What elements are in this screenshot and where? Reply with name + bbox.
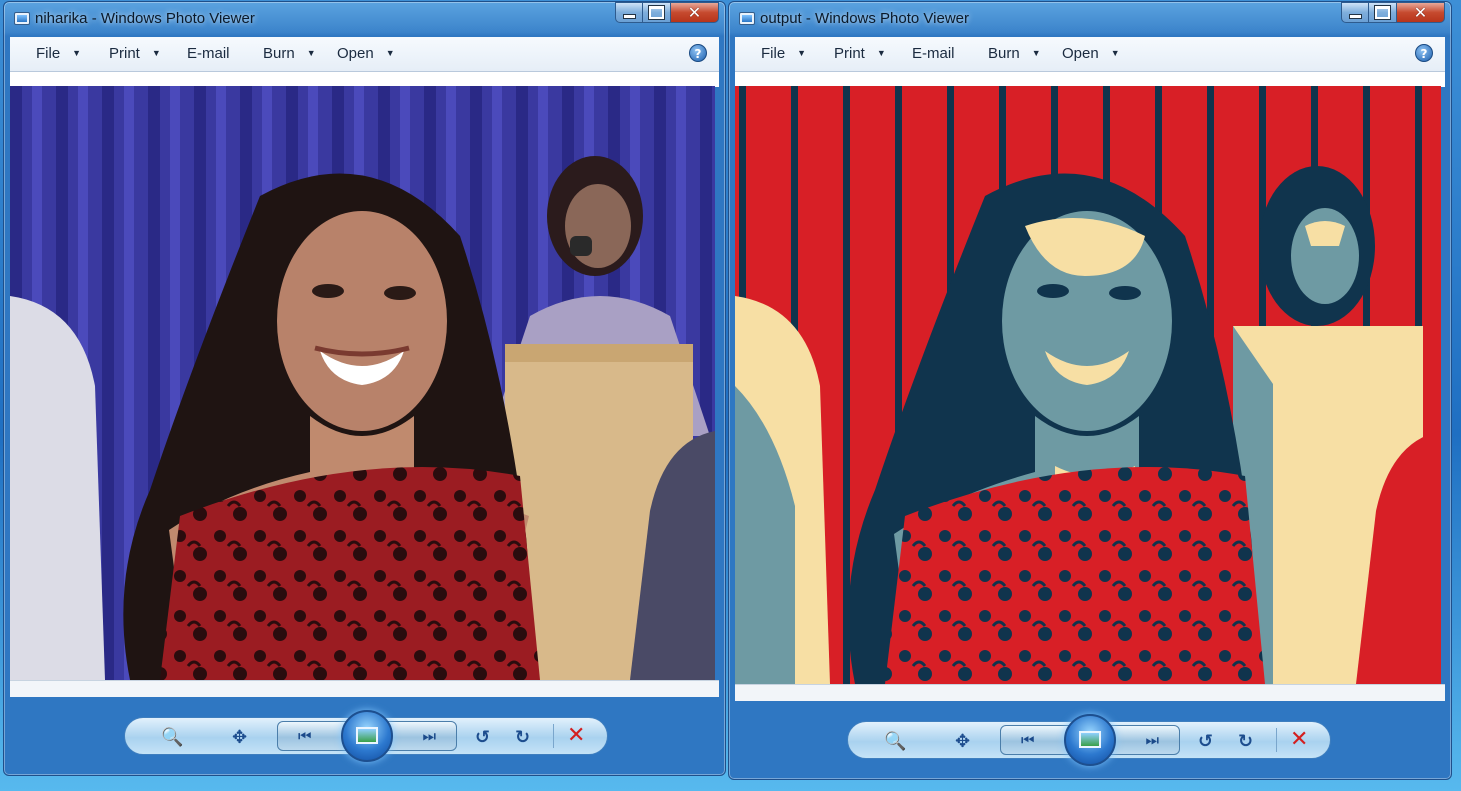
close-window-button[interactable]: ✕ (1397, 2, 1445, 23)
menu-open[interactable]: Open ▼ (337, 45, 395, 62)
maximize-button[interactable] (1369, 2, 1397, 23)
rotate-clockwise-icon[interactable]: ↻ (1238, 731, 1253, 752)
actual-size-icon[interactable]: ✥ (232, 727, 247, 748)
delete-icon[interactable]: ✕ (567, 723, 585, 748)
dropdown-arrow-icon: ▼ (1110, 48, 1120, 58)
menu-print[interactable]: Print ▼ (834, 45, 886, 62)
actual-size-icon[interactable]: ✥ (955, 731, 970, 752)
posterized-photo (735, 86, 1445, 684)
rotate-counterclockwise-icon[interactable]: ↺ (475, 727, 490, 748)
minimize-button[interactable] (615, 2, 643, 23)
menu-file[interactable]: File ▼ (761, 45, 806, 62)
dropdown-arrow-icon: ▼ (72, 48, 82, 58)
next-icon[interactable]: ⏭ (1145, 731, 1159, 749)
window-title: niharika - Windows Photo Viewer (35, 10, 255, 27)
slideshow-button[interactable] (1064, 714, 1116, 766)
slideshow-icon (1079, 731, 1101, 748)
zoom-icon[interactable]: 🔍 (161, 727, 183, 748)
menu-bar: File ▼ Print ▼ E-mail Burn ▼ Open ▼ ? (735, 37, 1445, 72)
dropdown-arrow-icon: ▼ (1031, 48, 1041, 58)
slideshow-icon (356, 727, 378, 744)
title-bar[interactable]: niharika - Windows Photo Viewer ✕ (4, 2, 725, 36)
menu-print[interactable]: Print ▼ (109, 45, 161, 62)
photo-viewer-app-icon (739, 12, 755, 25)
window-title: output - Windows Photo Viewer (760, 10, 969, 27)
photo-viewer-window-output: output - Windows Photo Viewer ✕ File ▼ Pr… (728, 1, 1452, 780)
next-icon[interactable]: ⏭ (422, 727, 436, 745)
photo-viewer-app-icon (14, 12, 30, 25)
previous-icon[interactable]: ⏮ (1021, 731, 1035, 749)
close-icon: ✕ (1413, 3, 1428, 22)
help-icon[interactable]: ? (1415, 44, 1433, 62)
menu-burn[interactable]: Burn ▼ (988, 45, 1041, 62)
help-icon[interactable]: ? (689, 44, 707, 62)
menu-file[interactable]: File ▼ (36, 45, 81, 62)
dropdown-arrow-icon: ▼ (151, 48, 161, 58)
rotate-counterclockwise-icon[interactable]: ↺ (1198, 731, 1213, 752)
dropdown-arrow-icon: ▼ (306, 48, 316, 58)
close-window-button[interactable]: ✕ (671, 2, 719, 23)
playback-control-bar: 🔍 ✥ ⏮ ⏭ ↺ ↻ ✕ (124, 710, 608, 762)
dropdown-arrow-icon: ▼ (876, 48, 886, 58)
maximize-button[interactable] (643, 2, 671, 23)
dropdown-arrow-icon: ▼ (385, 48, 395, 58)
minimize-button[interactable] (1341, 2, 1369, 23)
menu-open[interactable]: Open ▼ (1062, 45, 1120, 62)
close-icon: ✕ (687, 3, 702, 22)
menu-email[interactable]: E-mail (187, 45, 230, 62)
photo-viewer-window-niharika: niharika - Windows Photo Viewer ✕ File ▼ … (3, 1, 726, 776)
rotate-clockwise-icon[interactable]: ↻ (515, 727, 530, 748)
title-bar[interactable]: output - Windows Photo Viewer ✕ (729, 2, 1451, 36)
original-photo (10, 86, 719, 680)
dropdown-arrow-icon: ▼ (797, 48, 807, 58)
playback-control-bar: 🔍 ✥ ⏮ ⏭ ↺ ↻ ✕ (847, 714, 1331, 766)
menu-bar: File ▼ Print ▼ E-mail Burn ▼ Open ▼ ? (10, 37, 719, 72)
delete-icon[interactable]: ✕ (1290, 727, 1308, 752)
zoom-icon[interactable]: 🔍 (884, 731, 906, 752)
menu-email[interactable]: E-mail (912, 45, 955, 62)
slideshow-button[interactable] (341, 710, 393, 762)
previous-icon[interactable]: ⏮ (298, 727, 312, 745)
menu-burn[interactable]: Burn ▼ (263, 45, 316, 62)
